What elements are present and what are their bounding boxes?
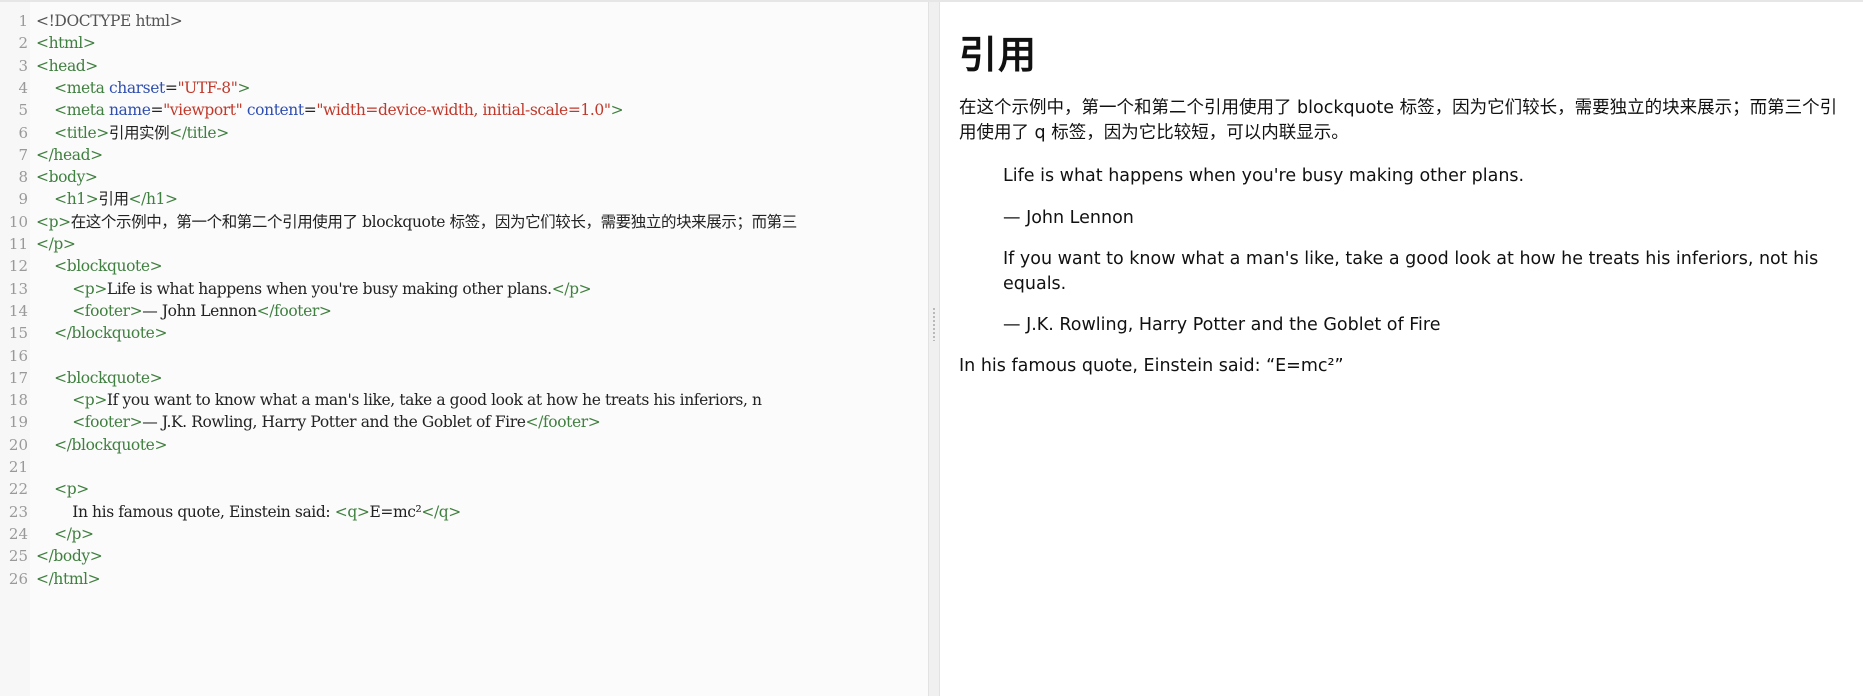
code-token: = [150,101,164,120]
code-token: <h1> [54,190,99,209]
code-token: 引用实例 [108,123,170,142]
code-token: </p> [54,524,94,543]
code-token: <body> [36,168,98,187]
code-token: > [610,101,624,120]
code-token: </h1> [128,190,178,209]
code-token: </footer> [525,413,601,432]
code-token: E=mc² [369,502,422,521]
code-token: <p> [36,212,71,231]
code-token: </blockquote> [54,435,168,454]
blockquote-1-footer: — John Lennon [1003,208,1134,228]
code-token: <!DOCTYPE html> [36,12,183,30]
code-text[interactable]: In his famous quote, Einstein said: <q>E… [36,499,461,525]
code-token: <html> [36,34,96,53]
line-number: 26 [8,569,28,588]
code-token: <blockquote> [54,257,163,276]
code-token: = [164,78,178,97]
code-token: — J.K. Rowling, Harry Potter and the Gob… [142,413,526,432]
code-token: </body> [36,547,103,566]
code-editor[interactable]: 1 <!DOCTYPE html> 2 <html> 3 <head> 4 <meta ch… [0,2,928,696]
preview-intro-paragraph: 在这个示例中，第一个和第二个引用使用了 blockquote 标签，因为它们较长… [959,98,1838,143]
code-token: charset [108,78,165,97]
code-token: </q> [421,502,461,521]
code-token: "UTF-8" [177,78,238,97]
code-token: name [108,101,151,120]
inline-quote: “E=mc²” [1266,356,1344,376]
preview-heading: 引用 [959,33,1038,77]
app-window: 1 <!DOCTYPE html> 2 <html> 3 <head> 4 <meta ch… [0,0,1863,696]
code-token: — John Lennon [142,301,257,320]
blockquote-2-text: If you want to know what a man's like, t… [1003,249,1819,294]
einstein-prefix: In his famous quote, Einstein said: [959,356,1267,376]
code-token: </footer> [256,301,332,320]
code-token: If you want to know what a man's like, t… [106,391,762,410]
code-text[interactable]: <p>在这个示例中，第一个和第二个引用使用了 blockquote 标签，因为它… [36,209,797,235]
code-token: "width=device-width, initial-scale=1.0" [316,101,611,120]
code-token: <q> [334,502,370,521]
code-token: <p> [72,391,107,410]
code-token: <p> [72,279,107,298]
code-token: <meta [54,101,109,120]
code-token: = [303,101,317,120]
blockquote-1-text: Life is what happens when you're busy ma… [1003,166,1525,186]
code-token: </blockquote> [54,324,168,343]
code-text[interactable]: </html> [36,566,101,592]
code-token: Life is what happens when you're busy ma… [106,279,552,298]
splitter-grip-icon[interactable] [932,307,936,341]
code-token: 在这个示例中，第一个和第二个引用使用了 blockquote 标签，因为它们较长… [70,212,798,231]
pane-splitter[interactable] [928,2,940,696]
code-token: 引用 [98,190,129,209]
code-token: <meta [54,78,109,97]
code-token: </title> [169,123,229,142]
code-text[interactable]: </blockquote> [36,432,167,458]
code-token: "viewport" [163,101,243,120]
code-token: </head> [36,145,103,164]
blockquote-2-footer: — J.K. Rowling, Harry Potter and the Gob… [1003,315,1441,335]
code-text[interactable]: </blockquote> [36,320,167,346]
code-token: <title> [54,123,109,142]
code-token: content [246,101,304,120]
code-token: </html> [36,569,101,588]
code-token: > [237,78,251,97]
code-token: <footer> [72,301,143,320]
code-token: <head> [36,56,98,75]
code-token: In his famous quote, Einstein said: [36,502,335,521]
code-token: <blockquote> [54,368,163,387]
code-token: <p> [54,480,89,499]
code-token: <footer> [72,413,143,432]
preview-pane: 引用 在这个示例中，第一个和第二个引用使用了 blockquote 标签，因为它… [940,2,1863,696]
code-token: </p> [551,279,592,298]
code-token: </p> [36,235,76,253]
einstein-paragraph: In his famous quote, Einstein said: “E=m… [959,354,1344,379]
